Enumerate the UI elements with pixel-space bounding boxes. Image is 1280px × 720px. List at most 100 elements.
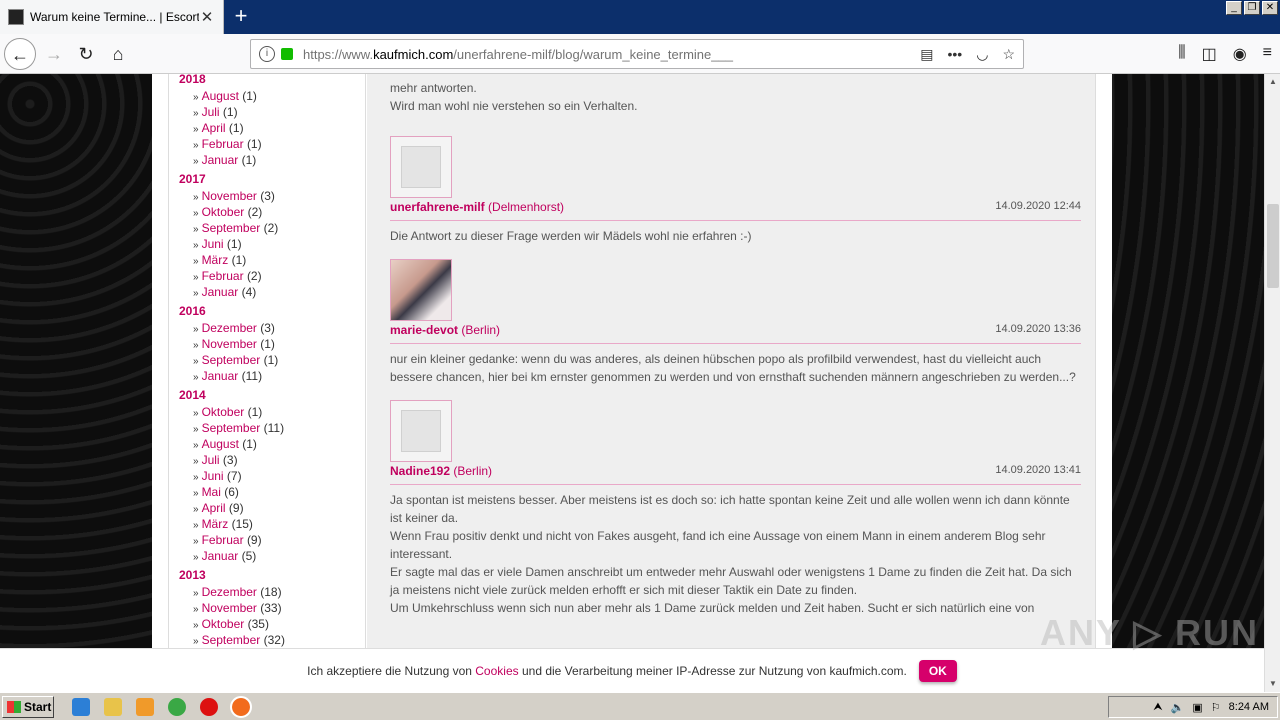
user-avatar[interactable] xyxy=(390,136,452,198)
comment-body: Ja spontan ist meistens besser. Aber mei… xyxy=(367,491,1095,617)
archive-month-link[interactable]: November xyxy=(202,189,257,203)
sidebar-icon[interactable]: ◫ xyxy=(1202,44,1217,64)
restore-button[interactable]: ❐ xyxy=(1244,1,1260,15)
close-window-button[interactable]: ✕ xyxy=(1262,1,1278,15)
archive-month-link[interactable]: Januar xyxy=(202,285,239,299)
archive-month-link[interactable]: Juli xyxy=(202,453,220,467)
forward-icon[interactable]: → xyxy=(38,38,70,70)
explorer-icon[interactable] xyxy=(104,697,122,716)
comment-username[interactable]: marie-devot xyxy=(390,323,458,337)
archive-month-item: » Oktober (2) xyxy=(193,205,263,219)
archive-month-link[interactable]: Januar xyxy=(202,369,239,383)
cookie-banner: Ich akzeptiere die Nutzung von Cookies u… xyxy=(0,648,1264,692)
archive-month-link[interactable]: April xyxy=(202,121,226,135)
archive-month-link[interactable]: September xyxy=(202,221,261,235)
account-icon[interactable]: ◉ xyxy=(1233,44,1247,64)
user-avatar[interactable] xyxy=(390,400,452,462)
scroll-down-icon[interactable]: ▼ xyxy=(1265,676,1280,692)
archive-month-link[interactable]: Dezember xyxy=(202,321,257,335)
archive-month-count: (15) xyxy=(231,517,253,531)
start-button[interactable]: Start xyxy=(2,695,54,718)
comment-username[interactable]: Nadine192 xyxy=(390,464,450,478)
archive-month-link[interactable]: September xyxy=(202,353,261,367)
archive-year: 2018 xyxy=(179,74,206,86)
archive-month-link[interactable]: November xyxy=(202,337,257,351)
tray-arrow-icon[interactable]: ⮝ xyxy=(1153,701,1162,714)
archive-month-count: (2) xyxy=(263,221,279,235)
archive-year: 2017 xyxy=(179,172,206,186)
archive-month-item: » Februar (1) xyxy=(193,137,262,151)
home-icon[interactable]: ⌂ xyxy=(102,38,134,70)
opera-icon[interactable] xyxy=(200,697,218,716)
archive-month-item: » Januar (4) xyxy=(193,285,257,299)
archive-month-item: » April (9) xyxy=(193,501,244,515)
network-icon[interactable]: ▣ xyxy=(1192,701,1202,714)
archive-month-link[interactable]: Juni xyxy=(202,469,224,483)
cookies-link[interactable]: Cookies xyxy=(475,664,518,678)
archive-month-item: » Juni (1) xyxy=(193,237,242,251)
archive-month-item: » März (1) xyxy=(193,253,247,267)
media-player-icon[interactable] xyxy=(136,697,154,716)
archive-month-link[interactable]: September xyxy=(202,633,261,647)
minimize-button[interactable]: _ xyxy=(1226,1,1242,15)
archive-month-link[interactable]: September xyxy=(202,421,261,435)
archive-month-item: » November (1) xyxy=(193,337,275,351)
url-bar[interactable]: i https://www.kaufmich.com/unerfahrene-m… xyxy=(250,39,1024,69)
menu-icon[interactable]: ≡ xyxy=(1263,44,1272,64)
archive-month-link[interactable]: Februar xyxy=(202,137,244,151)
ie-icon[interactable] xyxy=(72,697,90,716)
archive-month-link[interactable]: April xyxy=(202,501,226,515)
flag-icon[interactable]: ⚐ xyxy=(1211,701,1221,714)
archive-year: 2016 xyxy=(179,304,206,318)
archive-month-item: » August (1) xyxy=(193,89,257,103)
comment-date: 14.09.2020 12:44 xyxy=(995,200,1081,212)
cookie-ok-button[interactable]: OK xyxy=(918,659,957,682)
archive-month-item: » Juni (7) xyxy=(193,469,242,483)
archive-month-link[interactable]: Februar xyxy=(202,533,244,547)
tab-active[interactable]: Warum keine Termine... | Escort u ✕ xyxy=(0,0,224,34)
archive-month-link[interactable]: August xyxy=(202,89,239,103)
site-info-icon[interactable]: i xyxy=(259,46,275,62)
archive-month-link[interactable]: Oktober xyxy=(202,617,245,631)
more-icon[interactable]: ••• xyxy=(948,46,963,63)
archive-month-link[interactable]: Juni xyxy=(202,237,224,251)
archive-month-item: » Dezember (3) xyxy=(193,321,275,335)
archive-month-link[interactable]: Oktober xyxy=(202,405,245,419)
pocket-icon[interactable]: ◡ xyxy=(976,46,988,63)
scrollbar-thumb[interactable] xyxy=(1267,204,1279,288)
tab-close-icon[interactable]: ✕ xyxy=(199,8,215,26)
back-icon[interactable]: ← xyxy=(4,38,36,70)
new-tab-button[interactable]: + xyxy=(228,4,254,30)
reload-icon[interactable]: ↻ xyxy=(70,38,102,70)
scroll-up-icon[interactable]: ▲ xyxy=(1265,74,1280,90)
comment-city: (Berlin) xyxy=(461,323,501,337)
archive-month-link[interactable]: Mai xyxy=(202,485,221,499)
archive-month-link[interactable]: August xyxy=(202,437,239,451)
archive-month-link[interactable]: Februar xyxy=(202,269,244,283)
library-icon[interactable]: ⫼ xyxy=(1178,44,1185,64)
archive-month-item: » Mai (6) xyxy=(193,485,239,499)
navigation-bar: ← → ↻ ⌂ i https://www.kaufmich.com/unerf… xyxy=(0,34,1280,74)
archive-month-link[interactable]: Dezember xyxy=(202,585,257,599)
url-text[interactable]: https://www.kaufmich.com/unerfahrene-mil… xyxy=(303,47,920,62)
archive-month-count: (33) xyxy=(260,601,282,615)
archive-month-link[interactable]: November xyxy=(202,601,257,615)
archive-month-link[interactable]: Januar xyxy=(202,153,239,167)
page-scrollbar[interactable]: ▲ ▼ xyxy=(1264,74,1280,692)
bookmark-star-icon[interactable]: ☆ xyxy=(1002,46,1015,63)
firefox-icon[interactable] xyxy=(230,695,252,718)
lock-icon[interactable] xyxy=(281,48,293,60)
comment-username[interactable]: unerfahrene-milf xyxy=(390,200,485,214)
archive-month-link[interactable]: Juli xyxy=(202,105,220,119)
volume-icon[interactable]: 🔈 xyxy=(1171,701,1185,714)
archive-month-link[interactable]: März xyxy=(202,517,229,531)
chrome-icon[interactable] xyxy=(168,697,186,716)
window-controls: _ ❐ ✕ xyxy=(1226,1,1278,15)
comment-city: (Berlin) xyxy=(453,464,493,478)
user-avatar[interactable] xyxy=(390,259,452,321)
reader-icon[interactable]: ▤ xyxy=(920,46,933,63)
archive-month-link[interactable]: Januar xyxy=(202,549,239,563)
archive-month-link[interactable]: Oktober xyxy=(202,205,245,219)
archive-month-link[interactable]: März xyxy=(202,253,229,267)
archive-month-item: » November (33) xyxy=(193,601,282,615)
